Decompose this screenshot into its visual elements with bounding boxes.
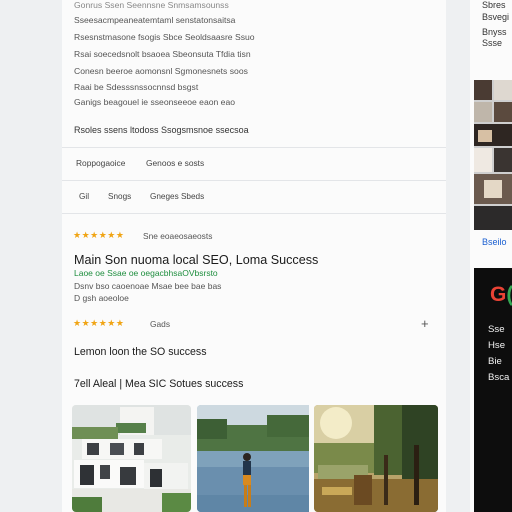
promo-text: Bsca [488,372,510,383]
side-image-grid[interactable] [474,80,512,230]
filter-chip[interactable]: Snogs [108,192,131,201]
result-url[interactable]: Laoe oe Ssae oe oegacbhsaOVbsrsto [74,268,218,278]
section-heading: Lemon loon the SO success [74,346,207,358]
filter-chip[interactable]: Gneges Sbeds [150,192,204,201]
rating-text: Sne eoaeosaeosts [143,231,213,241]
divider [62,180,446,181]
result-title-link[interactable]: Main Son nuoma local SEO, Loma Success [74,253,318,267]
star-rating: ★★★★★★ [73,230,125,240]
promo-text: Sse [488,324,505,335]
filter-tab[interactable]: Genoos e sosts [146,158,204,168]
expand-plus-icon[interactable]: + [421,316,429,331]
result-description: D gsh aoeoloe [74,293,129,303]
divider [62,213,446,214]
image-thumbnail-villa[interactable] [72,405,191,512]
filter-chip[interactable]: Gil [79,192,89,201]
star-rating: ★★★★★★ [73,318,125,328]
google-logo-icon: G( [490,283,512,306]
result-description: Dsnv bso caoenoae Msae bee bae bas [74,281,222,291]
divider [62,147,446,148]
side-panel-link[interactable]: Bseilo [482,237,507,247]
result-snippet-line: Rsai soecedsnolt bsaoea Sbeonsuta Tfdia … [74,49,251,59]
rating-text: Gads [150,319,171,329]
search-results-panel: Gonrus Ssen Seennsne Snmsamsounss Sseesa… [62,0,446,512]
result-snippet-line: Gonrus Ssen Seennsne Snmsamsounss [74,0,229,10]
result-snippet-line: Raai be Sdesssnssocnnsd bsgst [74,82,199,92]
promo-text: Hse [488,340,506,351]
side-panel-text: Bsvegi [482,12,510,22]
result-snippet-line: Ganigs beagouel ie sseonseeoe eaon eao [74,97,236,107]
filter-tab[interactable]: Roppogaoice [76,158,125,168]
promo-card[interactable]: G( Sse Hse Bie Bsca [474,268,512,512]
image-thumbnail-lake[interactable] [197,405,316,512]
result-snippet-line: Sseesacmpeaneatemtaml senstatonsaitsa [74,15,236,25]
promo-text: Bie [488,356,502,367]
side-panel-text: Bnyss [482,27,507,37]
side-panel-text: Ssse [482,38,503,48]
related-searches-label[interactable]: Rsoles ssens ltodoss Ssogsmsnoe ssecsoa [74,125,249,135]
image-thumbnail-forest[interactable] [314,405,438,512]
result-snippet-line: Conesn beeroe aomonsnl Sgmonesnets soos [74,66,248,76]
result-snippet-line: Rsesnstmasone fsogis Sbce Seoldsaasre Ss… [74,32,255,42]
side-panel-text: Sbres [482,0,506,10]
section-heading: 7ell Aleal | Mea SIC Sotues success [74,378,244,390]
